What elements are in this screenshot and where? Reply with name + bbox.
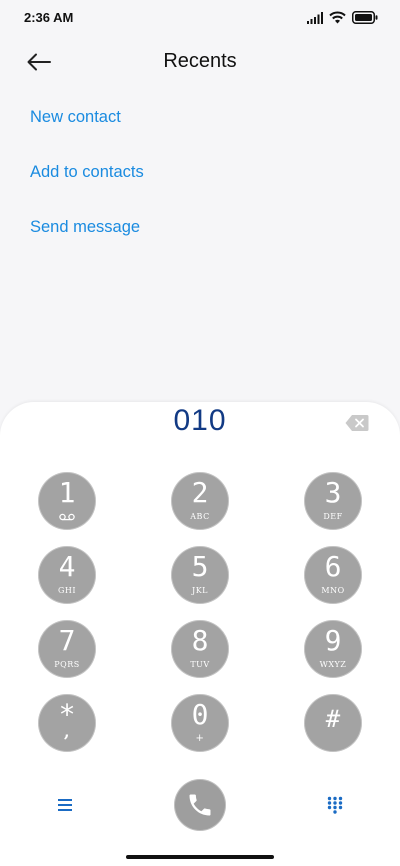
key-digit: 1 — [58, 476, 76, 509]
key-letters: + — [195, 733, 205, 744]
dialed-number: 010 — [173, 404, 227, 437]
key-digit: 3 — [324, 476, 342, 509]
key-letters: PQRS — [54, 660, 80, 669]
header: Recents — [0, 40, 400, 84]
actions-list: New contact Add to contacts Send message — [30, 106, 144, 271]
signal-icon — [307, 11, 323, 24]
dialpad-toggle-button[interactable] — [322, 792, 348, 818]
key-hash[interactable]: # — [304, 694, 362, 752]
key-4[interactable]: 4 GHI — [38, 546, 96, 604]
key-digit: 4 — [58, 550, 76, 583]
home-indicator[interactable] — [126, 855, 274, 859]
new-contact-link[interactable]: New contact — [30, 106, 144, 161]
key-9[interactable]: 9 WXYZ — [304, 620, 362, 678]
key-1[interactable]: 1 — [38, 472, 96, 530]
backspace-button[interactable] — [345, 414, 369, 432]
key-8[interactable]: 8 TUV — [171, 620, 229, 678]
key-digit: 6 — [324, 550, 342, 583]
add-to-contacts-link[interactable]: Add to contacts — [30, 161, 144, 216]
key-digit: 0 — [191, 698, 209, 731]
menu-button[interactable] — [52, 794, 78, 816]
key-5[interactable]: 5 JKL — [171, 546, 229, 604]
phone-icon — [189, 794, 211, 816]
key-digit: 9 — [324, 624, 342, 657]
key-letters: ABC — [190, 512, 210, 521]
key-letters: JKL — [192, 586, 208, 595]
key-digit: 2 — [191, 476, 209, 509]
voicemail-icon — [59, 513, 75, 521]
key-digit: 5 — [191, 550, 209, 583]
key-3[interactable]: 3 DEF — [304, 472, 362, 530]
status-time: 2:36 AM — [24, 10, 74, 25]
key-digit: # — [325, 705, 341, 733]
key-letters: , — [63, 722, 71, 741]
menu-icon — [58, 799, 72, 811]
key-letters: DEF — [323, 512, 343, 521]
key-7[interactable]: 7 PQRS — [38, 620, 96, 678]
key-6[interactable]: 6 MNO — [304, 546, 362, 604]
key-letters: WXYZ — [319, 660, 347, 669]
key-2[interactable]: 2 ABC — [171, 472, 229, 530]
page-title: Recents — [163, 50, 237, 72]
wifi-icon — [329, 11, 346, 24]
status-bar: 2:36 AM — [0, 0, 400, 36]
backspace-icon — [345, 415, 369, 431]
key-letters: GHI — [57, 586, 77, 595]
dialpad-icon — [327, 796, 343, 814]
key-digit: 7 — [58, 624, 76, 657]
key-letters: TUV — [190, 660, 210, 669]
key-letters: MNO — [321, 586, 345, 595]
send-message-link[interactable]: Send message — [30, 216, 144, 271]
key-star[interactable]: * , — [38, 694, 96, 752]
key-digit: 8 — [191, 624, 209, 657]
battery-icon — [352, 11, 378, 24]
key-0[interactable]: 0 + — [171, 694, 229, 752]
call-button[interactable] — [174, 779, 226, 831]
